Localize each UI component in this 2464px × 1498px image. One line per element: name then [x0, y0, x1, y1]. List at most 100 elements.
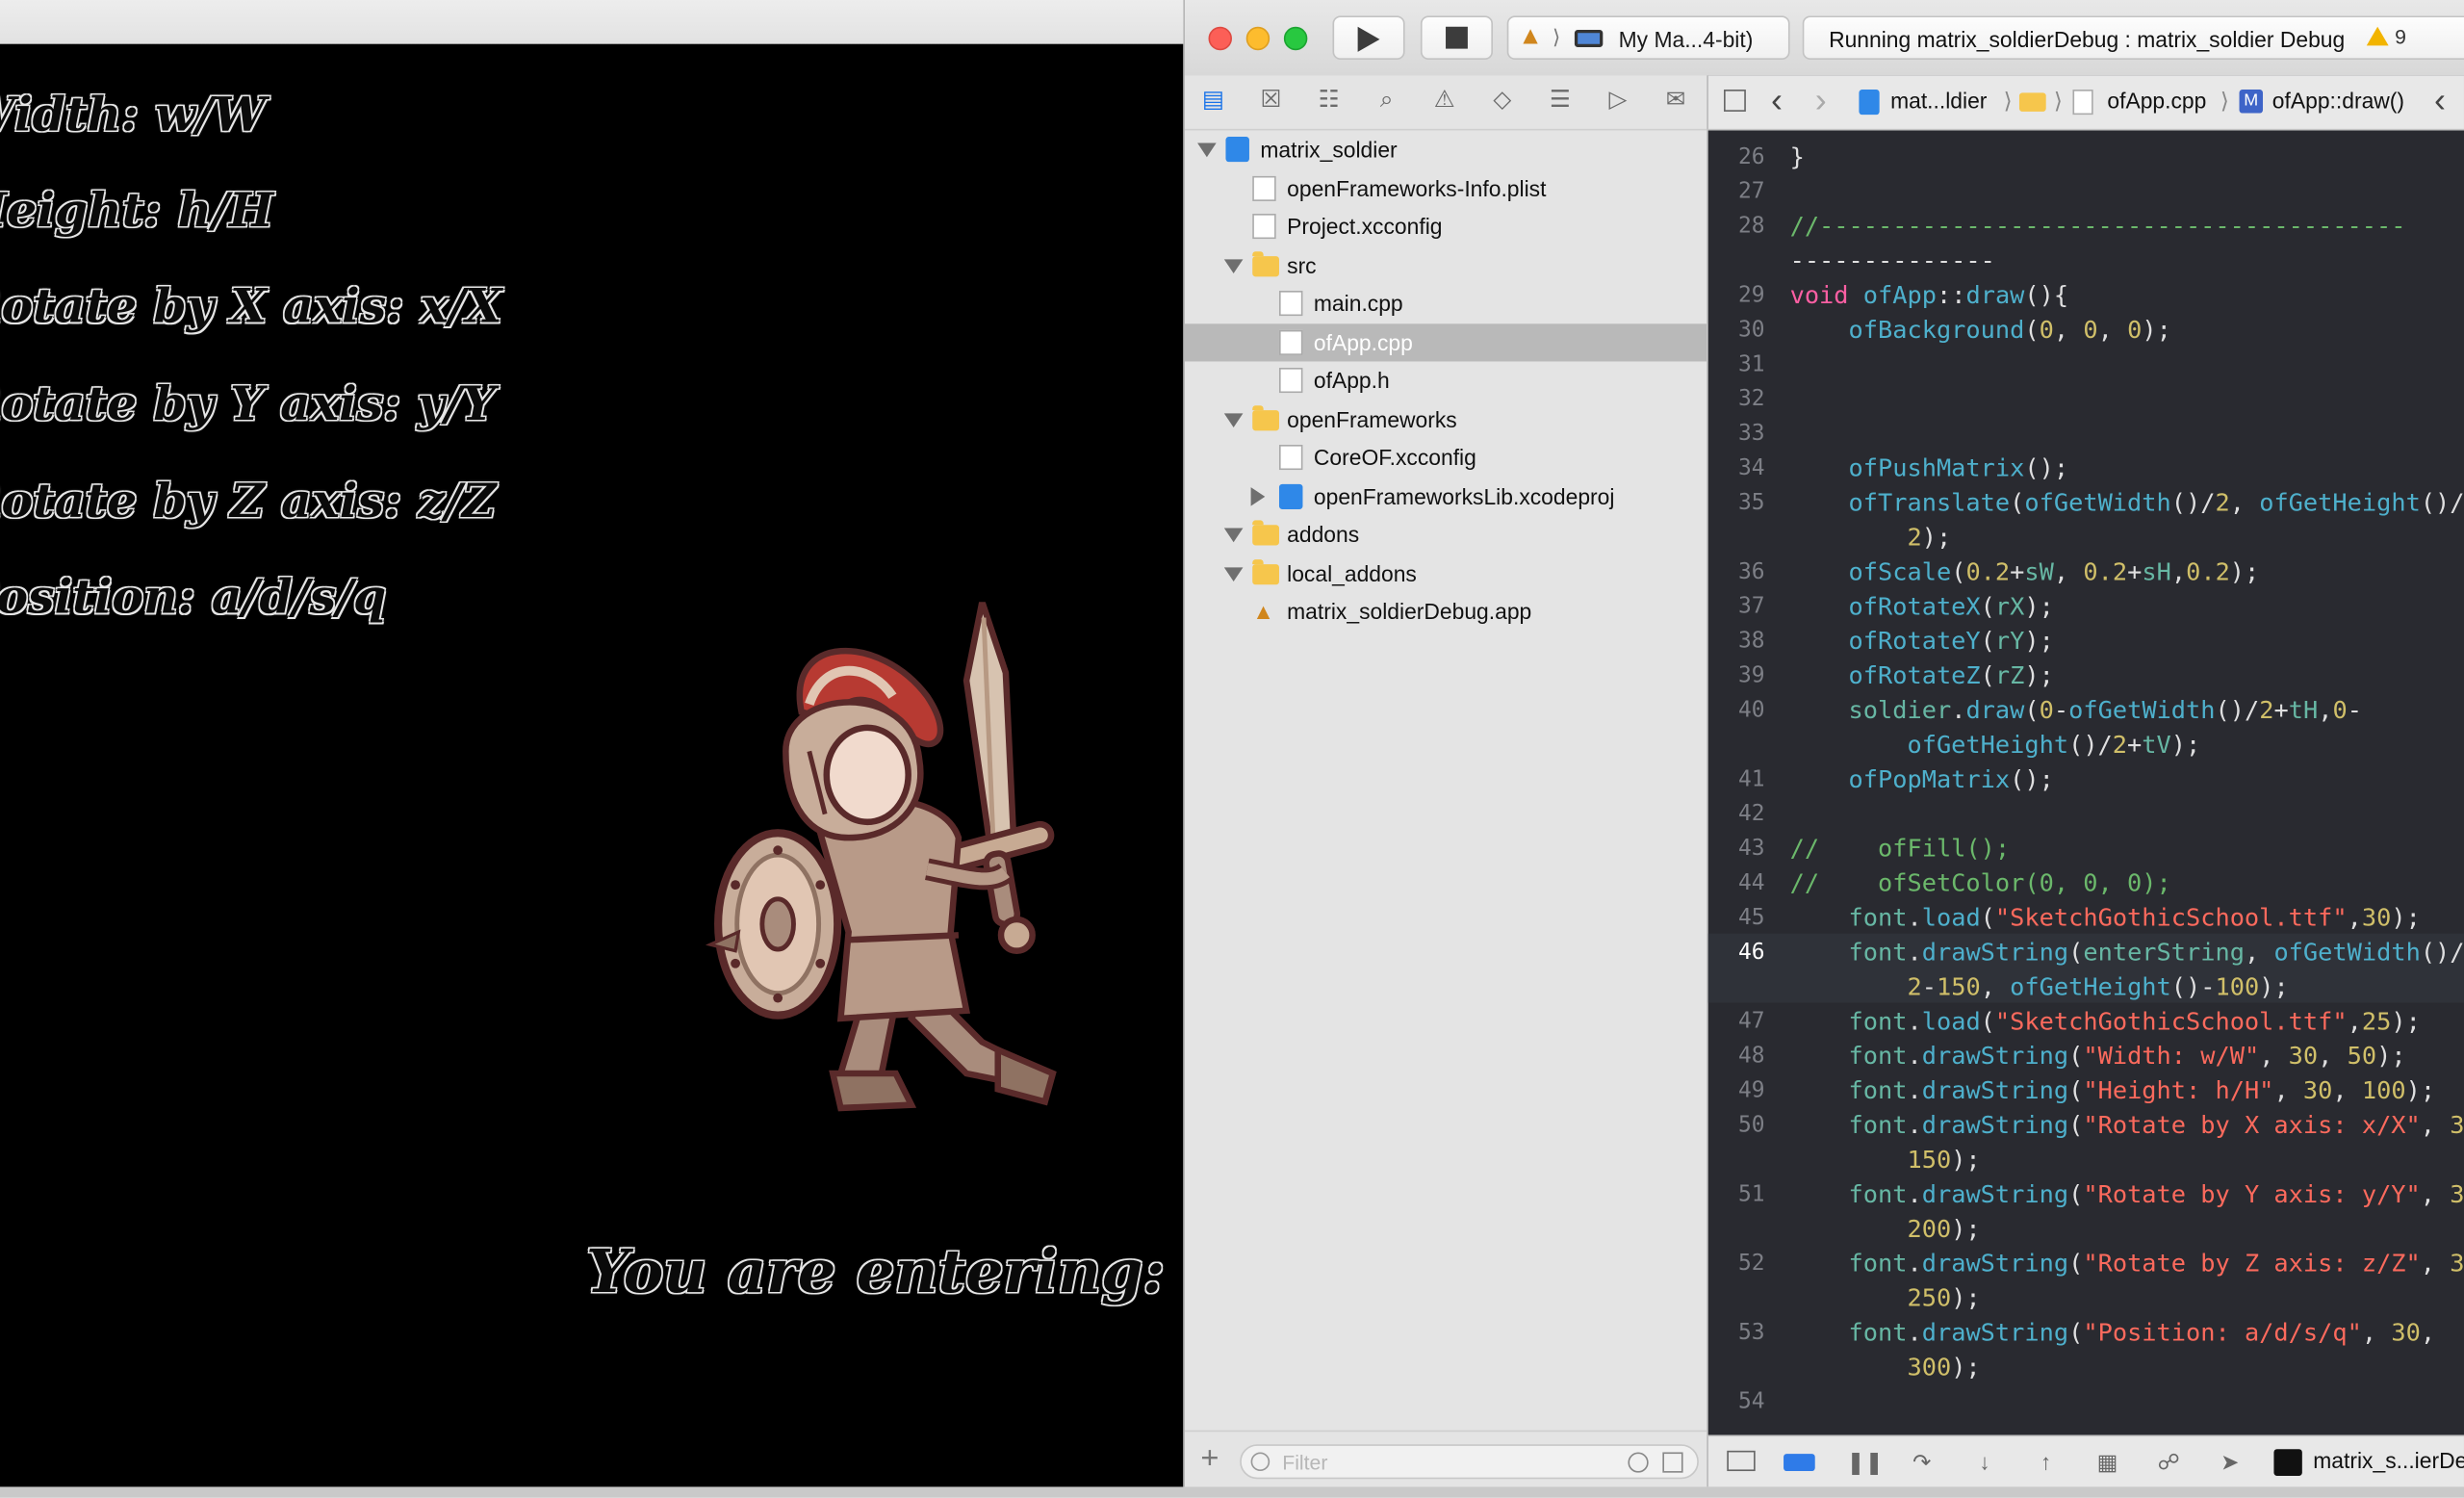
toggle-debug-area-icon[interactable] [1727, 1450, 1756, 1472]
line-number: 25 [1708, 130, 1765, 135]
tree-item[interactable]: main.cpp [1185, 284, 1707, 322]
line-number: 32 [1737, 386, 1765, 412]
debug-icon[interactable]: ☰ [1546, 88, 1574, 113]
tree-item[interactable]: CoreOF.xcconfig [1185, 438, 1707, 476]
code-line: ofBackground(0, 0, 0); [1848, 316, 2171, 345]
code-area[interactable]: 25 26} 27 28 //-----------------------------… [1707, 130, 2464, 1434]
line-number: 52 [1737, 1251, 1765, 1277]
tree-item[interactable]: ofApp.h [1185, 361, 1707, 399]
breakpoint-icon[interactable]: ▷ [1604, 88, 1631, 113]
tree-item[interactable]: addons [1185, 515, 1707, 553]
code-line-wrapped: 200); [1907, 1214, 1981, 1244]
stop-button[interactable] [1420, 15, 1494, 61]
tree-item[interactable]: openFrameworks-Info.plist [1185, 168, 1707, 206]
jump-project[interactable]: mat...ldier [1890, 88, 1987, 113]
helmet-graphic [783, 699, 924, 841]
close-window-button[interactable] [1208, 26, 1232, 51]
tree-item[interactable]: openFrameworksLib.xcodeproj [1185, 477, 1707, 514]
code-line: ofTranslate(ofGetWidth()/2, ofGetHeight(… [1848, 488, 2464, 518]
tree-item[interactable]: matrix_soldier [1185, 130, 1707, 168]
recent-files-icon[interactable] [1628, 1452, 1649, 1473]
report-icon[interactable]: ✉ [1661, 88, 1689, 113]
tree-item[interactable]: openFrameworks [1185, 400, 1707, 437]
filter-field[interactable]: Filter [1240, 1444, 1699, 1480]
tree-item-label: openFrameworksLib.xcodeproj [1313, 483, 1615, 509]
scm-filter-icon[interactable] [1662, 1452, 1683, 1473]
related-items-icon[interactable] [1724, 90, 1746, 112]
activity-status[interactable]: Running matrix_soldierDebug : matrix_sol… [1802, 15, 2464, 61]
view-hierarchy-icon[interactable]: ▦ [2094, 1451, 2119, 1473]
test-icon[interactable]: ◇ [1488, 88, 1516, 113]
file-icon [1252, 214, 1276, 240]
tree-item[interactable]: ▲ matrix_soldierDebug.app [1185, 592, 1707, 630]
find-icon[interactable]: ⌕ [1373, 88, 1400, 113]
line-number: 33 [1737, 421, 1765, 447]
disclosure-open-icon[interactable] [1223, 258, 1244, 273]
help-line: Rotate by X axis: x/X [0, 279, 502, 335]
code-line: font.load("SketchGothicSchool.ttf",30); [1848, 903, 2421, 933]
tree-item[interactable]: local_addons [1185, 554, 1707, 591]
navigator-filter-bar: + Filter [1185, 1430, 1707, 1488]
back-icon[interactable]: ‹ [1771, 80, 1783, 120]
disclosure-open-icon[interactable] [1223, 528, 1244, 543]
code-line: font.drawString("Width: w/W", 30, 50); [1848, 1042, 2406, 1071]
line-number: 44 [1737, 870, 1765, 896]
source-editor: ‹ › mat...ldier ⟩ ⟩ ofApp.cpp ⟩ M ofApp:… [1707, 75, 2464, 1489]
jump-file[interactable]: ofApp.cpp [2107, 88, 2206, 113]
disclosure-open-icon[interactable] [1223, 566, 1244, 581]
symbol-icon[interactable]: ☷ [1315, 88, 1343, 113]
tree-item[interactable]: src [1185, 245, 1707, 283]
project-icon [1859, 90, 1880, 116]
location-icon[interactable]: ➤ [2218, 1451, 2243, 1473]
line-number: 26 [1737, 144, 1765, 170]
zoom-window-button[interactable] [1283, 26, 1308, 51]
line-number: 49 [1737, 1077, 1765, 1104]
folder-icon [1252, 250, 1279, 276]
folder-icon[interactable]: ▤ [1199, 88, 1227, 113]
jump-symbol[interactable]: ofApp::draw() [2272, 88, 2404, 113]
memory-graph-icon[interactable]: ☍ [2156, 1451, 2181, 1473]
scheme-selector[interactable]: ▲ ⟩ My Ma...4-bit) [1506, 15, 1790, 61]
line-number: 53 [1737, 1320, 1765, 1346]
folder-icon [1252, 558, 1279, 584]
tree-item-label: ofApp.cpp [1313, 329, 1413, 355]
line-number: 42 [1737, 801, 1765, 827]
code-line: font.drawString("Rotate by Z axis: z/Z",… [1848, 1249, 2464, 1278]
breakpoints-icon[interactable] [1784, 1454, 1815, 1472]
add-icon[interactable]: + [1200, 1441, 1219, 1478]
back-icon[interactable]: ‹ [2434, 80, 2446, 120]
line-number: 43 [1737, 836, 1765, 862]
screen-bottom-edge [0, 1486, 2464, 1498]
disclosure-closed-icon[interactable] [1250, 486, 1266, 505]
app-process-icon [2273, 1449, 2302, 1476]
file-icon [1252, 175, 1276, 201]
run-button[interactable] [1332, 15, 1405, 61]
project-navigator: ▤ ☒ ☷ ⌕ ⚠ ◇ ☰ ▷ ✉ matrix_soldier openFrameworks-I… [1185, 75, 1708, 1488]
tree-item[interactable]: Project.xcconfig [1185, 207, 1707, 245]
tree-item[interactable]: ofApp.cpp [1185, 323, 1707, 361]
app-canvas[interactable]: Width: w/W Height: h/H Rotate by X axis: x… [0, 43, 1184, 1490]
screen: Width: w/W Height: h/H Rotate by X axis: x… [0, 0, 2464, 1498]
folder-icon[interactable] [2018, 92, 2046, 112]
source-control-icon[interactable]: ☒ [1257, 88, 1285, 113]
code-line: font.drawString("Height: h/H", 30, 100); [1848, 1076, 2436, 1105]
code-line: // ofFill(); [1789, 834, 2011, 864]
process-name[interactable]: matrix_s...ierDebug [2313, 1448, 2464, 1473]
app-titlebar[interactable] [0, 0, 1184, 46]
step-out-icon[interactable]: ↑ [2034, 1451, 2059, 1473]
pause-icon[interactable]: ❚❚ [1846, 1451, 1883, 1473]
help-line: Position: a/d/s/q [0, 570, 387, 626]
step-into-icon[interactable]: ↓ [1972, 1451, 1997, 1473]
step-over-icon[interactable]: ↷ [1910, 1451, 1935, 1473]
code-line: font.drawString("Rotate by X axis: x/X",… [1848, 1111, 2464, 1140]
line-number: 47 [1737, 1009, 1765, 1035]
tree-item-label: ofApp.h [1313, 368, 1390, 394]
disclosure-open-icon[interactable] [1223, 412, 1244, 427]
minimize-window-button[interactable] [1245, 26, 1270, 51]
line-number: 45 [1737, 905, 1765, 931]
disclosure-open-icon[interactable] [1197, 142, 1217, 158]
forward-icon[interactable]: › [1815, 80, 1827, 120]
project-icon [1278, 483, 1303, 509]
warning-count[interactable]: 9 [2366, 25, 2406, 49]
issue-icon[interactable]: ⚠ [1430, 88, 1458, 113]
